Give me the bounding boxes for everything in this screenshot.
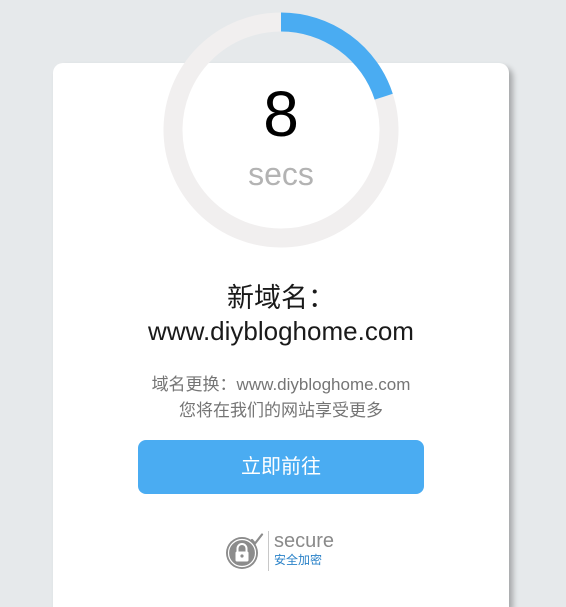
secure-label: secure xyxy=(274,530,335,552)
domain-change-notice: 域名更换：www.diybloghome.com xyxy=(151,375,411,394)
new-domain-title: 新域名： xyxy=(227,283,335,313)
enjoy-more-notice: 您将在我们的网站享受更多 xyxy=(179,401,383,420)
lock-check-icon xyxy=(226,533,264,569)
secure-sub-label: 安全加密 xyxy=(274,553,323,567)
countdown-number: 8 xyxy=(263,78,299,150)
new-domain-url: www.diybloghome.com xyxy=(148,316,414,346)
go-now-button[interactable]: 立即前往 xyxy=(138,440,424,494)
secure-badge: secure 安全加密 xyxy=(225,529,365,573)
countdown: 8 secs xyxy=(163,12,399,248)
countdown-unit: secs xyxy=(248,156,314,192)
secure-divider xyxy=(268,531,269,571)
